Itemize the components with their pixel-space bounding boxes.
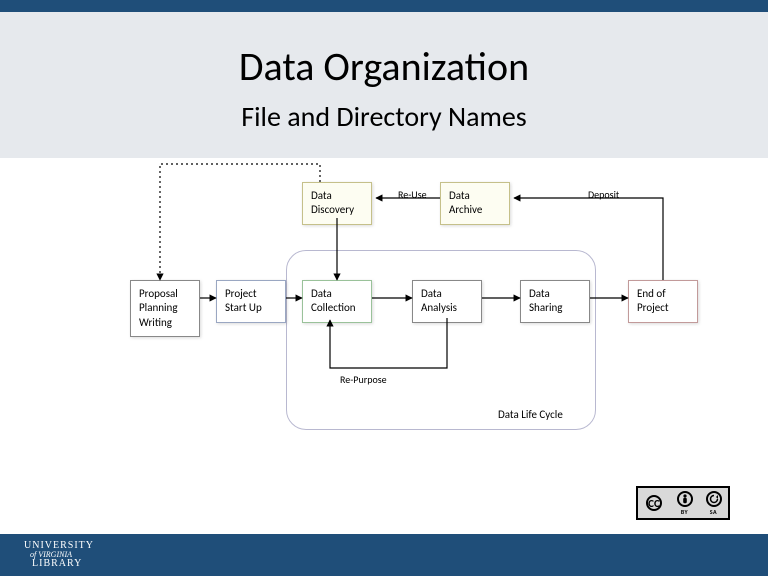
- person-icon: [677, 491, 693, 507]
- sharealike-icon: [706, 491, 722, 507]
- cc-icon: CC: [646, 495, 662, 511]
- uva-library-logo: UNIVERSITY of VIRGINIA LIBRARY: [24, 541, 94, 569]
- flow-diagram: Data Life Cycle Data Discovery Data Arch…: [0, 158, 768, 488]
- node-proposal: Proposal Planning Writing: [130, 280, 200, 337]
- cc-sa: SA: [699, 488, 728, 518]
- cc-logo: CC: [638, 488, 670, 518]
- node-data-discovery: Data Discovery: [302, 182, 372, 225]
- cc-by: BY: [670, 488, 699, 518]
- edge-label-reuse: Re-Use: [398, 188, 427, 201]
- slide-header: Data Organization File and Directory Nam…: [0, 12, 768, 158]
- slide-title: Data Organization: [0, 42, 768, 91]
- edge-label-repurpose: Re-Purpose: [340, 373, 387, 386]
- node-data-sharing: Data Sharing: [520, 280, 590, 323]
- node-data-archive: Data Archive: [440, 182, 510, 225]
- slide-subtitle: File and Directory Names: [0, 99, 768, 134]
- footer-bar: UNIVERSITY of VIRGINIA LIBRARY: [0, 534, 768, 576]
- node-end-of-project: End of Project: [628, 280, 698, 323]
- node-data-analysis: Data Analysis: [412, 280, 482, 323]
- lifecycle-group: [286, 250, 596, 430]
- lifecycle-label: Data Life Cycle: [498, 408, 563, 421]
- node-data-collection: Data Collection: [302, 280, 372, 323]
- cc-license-badge: CC BY SA: [636, 486, 730, 520]
- top-accent-bar: [0, 0, 768, 12]
- node-project-startup: Project Start Up: [216, 280, 286, 323]
- edge-label-deposit: Deposit: [588, 188, 619, 201]
